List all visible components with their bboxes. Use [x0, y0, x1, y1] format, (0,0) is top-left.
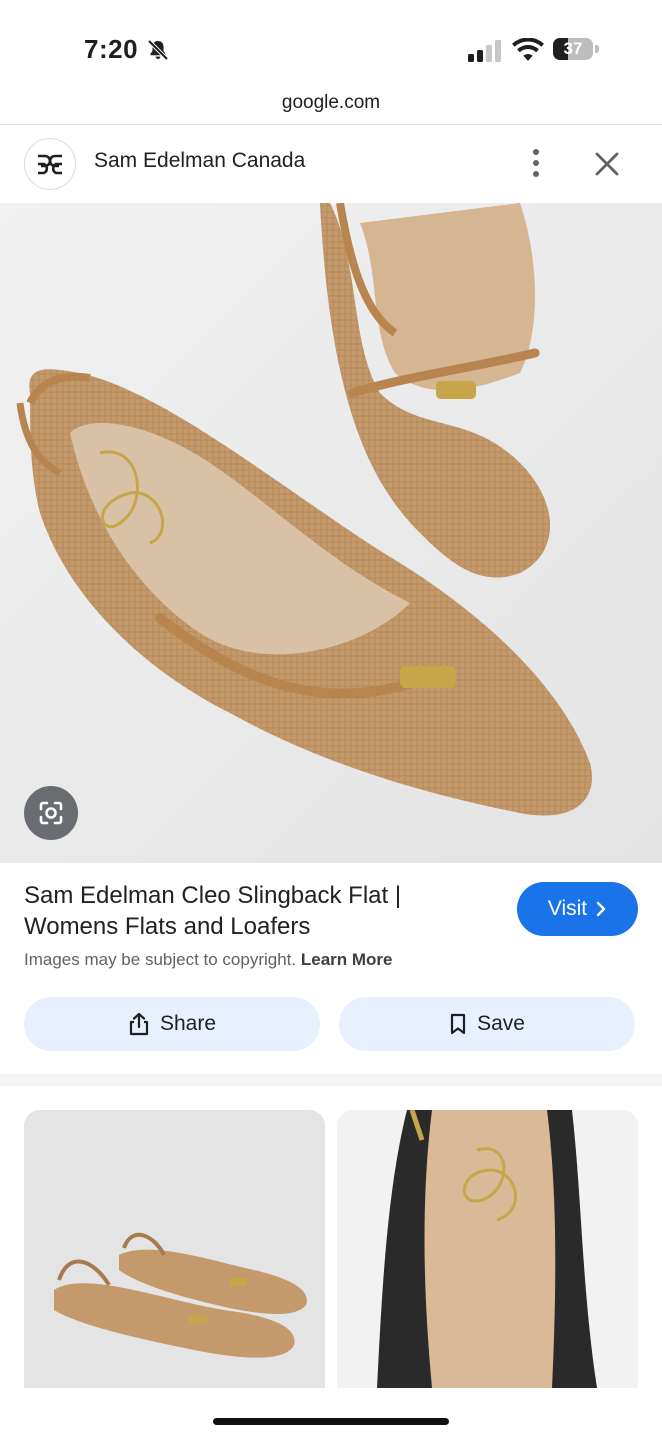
pair-of-flats-photo [24, 1110, 325, 1388]
share-label: Share [159, 1012, 217, 1035]
save-button[interactable]: Save [339, 997, 635, 1051]
save-label: Save [477, 1012, 525, 1035]
learn-more-link[interactable]: Learn More [301, 950, 393, 969]
more-options-icon[interactable] [524, 148, 548, 178]
url-bar[interactable]: google.com [0, 92, 662, 114]
share-icon [129, 1012, 149, 1036]
black-slingback-photo [337, 1110, 638, 1388]
product-image[interactable] [0, 203, 662, 863]
google-lens-button[interactable] [24, 786, 78, 840]
sam-edelman-logo-icon [38, 154, 62, 175]
slingback-flat-photo [0, 203, 662, 863]
cellular-signal-icon [468, 40, 501, 62]
related-image[interactable] [337, 1110, 638, 1388]
close-icon[interactable] [592, 149, 622, 179]
battery-indicator: 37 [553, 38, 601, 62]
copyright-notice: Images may be subject to copyright. Lear… [24, 950, 393, 970]
lens-icon [39, 801, 63, 825]
wifi-icon [512, 38, 544, 61]
bell-muted-icon [147, 39, 169, 61]
site-logo [24, 138, 76, 190]
status-time: 7:20 [84, 34, 139, 64]
bookmark-icon [450, 1013, 466, 1035]
visit-button[interactable]: Visit [517, 882, 638, 936]
related-image[interactable] [24, 1110, 325, 1388]
share-button[interactable]: Share [24, 997, 320, 1051]
home-indicator[interactable] [213, 1418, 449, 1425]
result-title[interactable]: Sam Edelman Cleo Slingback Flat | Womens… [24, 880, 464, 942]
battery-percent: 37 [563, 39, 583, 58]
section-divider [0, 1074, 662, 1086]
visit-label: Visit [547, 897, 588, 920]
divider [0, 124, 662, 125]
chevron-right-icon [596, 901, 606, 917]
site-name[interactable]: Sam Edelman Canada [94, 149, 305, 173]
copyright-text: Images may be subject to copyright. [24, 950, 297, 969]
